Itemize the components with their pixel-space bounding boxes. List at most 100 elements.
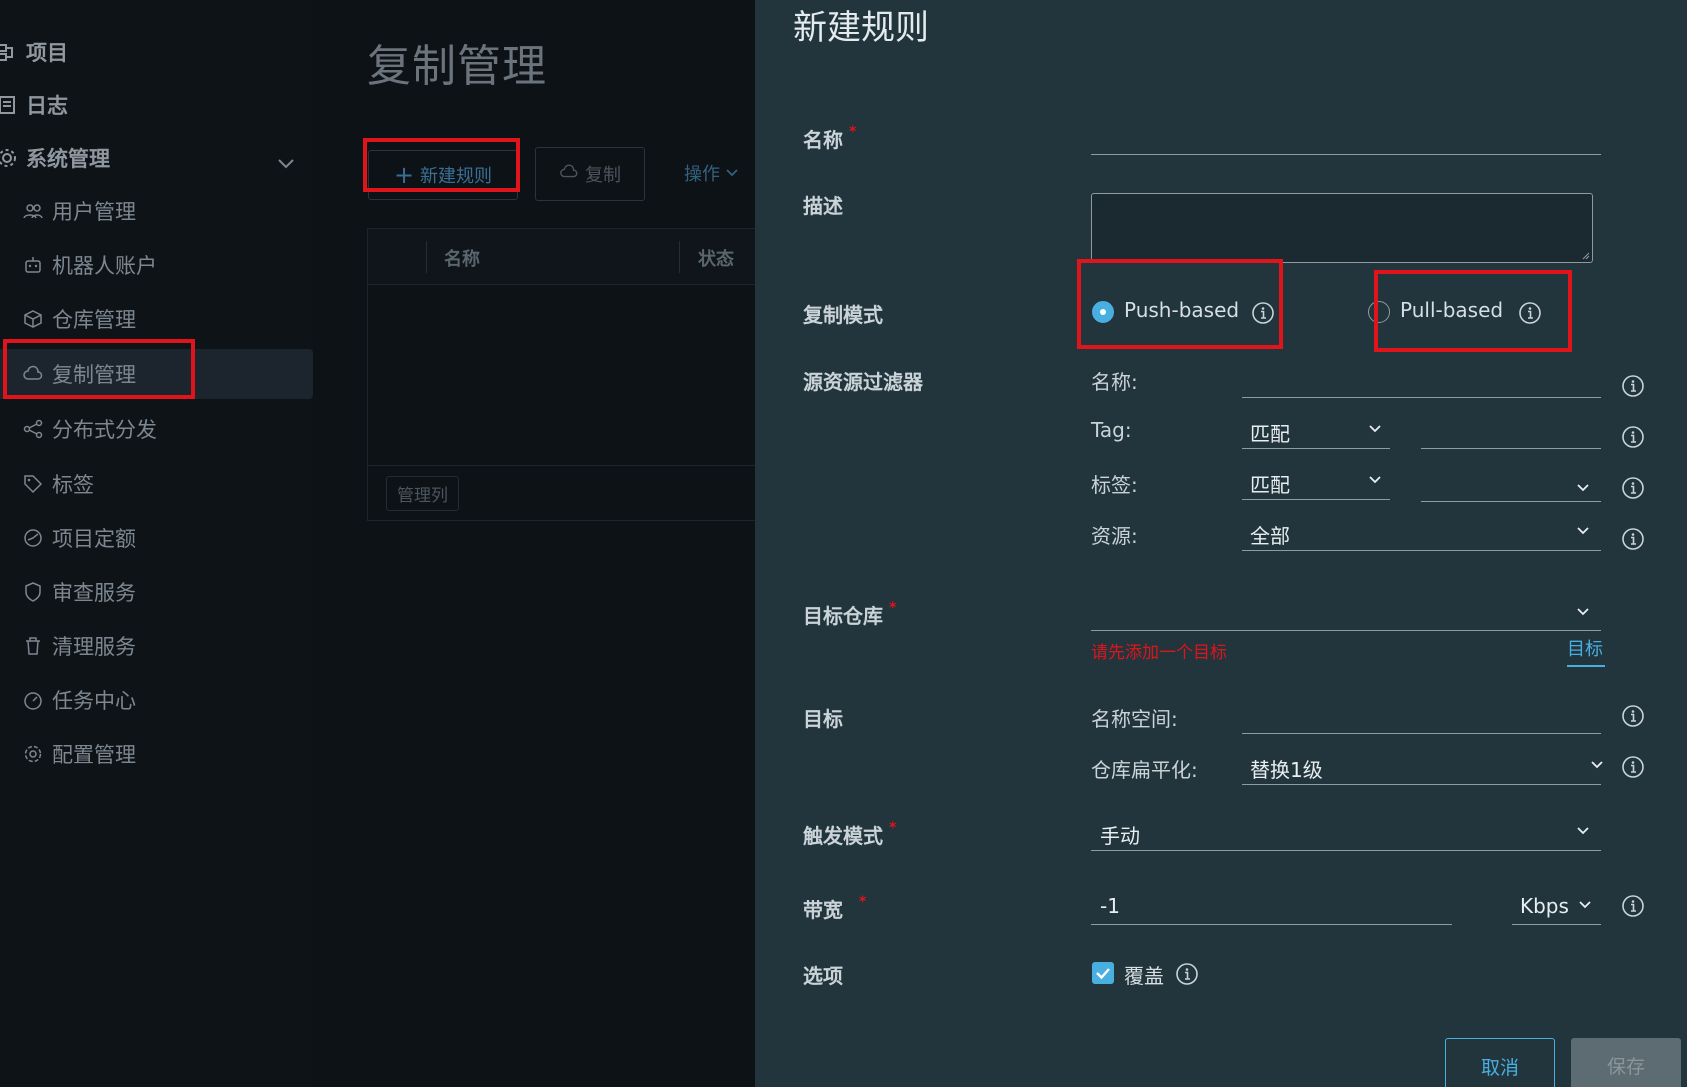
filter-tag-input[interactable]: [1421, 448, 1601, 449]
sidebar-item-jobs[interactable]: 任务中心: [22, 675, 136, 725]
sidebar-item-label: 配置管理: [52, 743, 136, 767]
sidebar-item-robots[interactable]: 机器人账户: [22, 240, 157, 290]
trigger-mode-select[interactable]: 手动: [1100, 820, 1140, 849]
rules-table: 名称 状态 管理列: [367, 228, 755, 521]
namespace-input[interactable]: [1242, 733, 1601, 734]
bandwidth-unit-select[interactable]: Kbps: [1520, 894, 1569, 918]
filter-labels-select[interactable]: [1421, 501, 1601, 502]
bandwidth-input[interactable]: -1: [1100, 894, 1120, 918]
manage-columns-button[interactable]: 管理列: [386, 476, 459, 511]
highlight-box: [1374, 270, 1572, 352]
sidebar-item-label: 用户管理: [52, 200, 136, 224]
chevron-down-icon[interactable]: [1575, 480, 1591, 496]
trash-icon: [22, 635, 44, 657]
flatten-select[interactable]: 替换1级: [1250, 754, 1323, 783]
filter-name-input[interactable]: [1242, 397, 1601, 398]
log-icon: [0, 94, 18, 116]
new-rule-panel: 新建规则 名称 * 描述 复制模式 Push-based Pull-based 源…: [755, 0, 1687, 1087]
actions-dropdown[interactable]: 操作: [684, 160, 740, 186]
info-icon[interactable]: [1621, 425, 1645, 449]
info-icon[interactable]: [1621, 894, 1645, 918]
sidebar-item-config[interactable]: 配置管理: [22, 729, 136, 779]
namespace-label: 名称空间:: [1091, 707, 1178, 731]
info-icon[interactable]: [1175, 962, 1199, 986]
description-textarea[interactable]: [1091, 193, 1593, 263]
column-header-status[interactable]: 状态: [698, 245, 734, 271]
options-label: 选项: [803, 964, 843, 988]
chevron-down-icon: [1575, 523, 1591, 539]
highlight-box: [1077, 259, 1283, 349]
target-error-message: 请先添加一个目标: [1091, 643, 1227, 663]
tag-icon: [22, 473, 44, 495]
chevron-down-icon: [726, 169, 738, 177]
bandwidth-label: 带宽 *: [803, 894, 867, 922]
registry-icon: [22, 308, 44, 330]
info-icon[interactable]: [1621, 704, 1645, 728]
filter-resource-label: 资源:: [1091, 524, 1138, 548]
sidebar-item-users[interactable]: 用户管理: [22, 186, 136, 236]
table-footer: 管理列: [368, 465, 755, 521]
column-header-name[interactable]: 名称: [444, 245, 480, 271]
page-title: 复制管理: [367, 41, 547, 92]
source-filter-label: 源资源过滤器: [803, 370, 923, 394]
sidebar-item-audit[interactable]: 审查服务: [22, 567, 136, 617]
system-admin-icon: [0, 147, 18, 169]
chevron-down-icon: [1589, 757, 1605, 773]
panel-title: 新建规则: [793, 8, 929, 48]
cancel-button[interactable]: 取消: [1445, 1038, 1555, 1087]
sidebar-item-label: 日志: [26, 94, 68, 118]
sidebar-item-label: 标签: [52, 473, 94, 497]
override-label[interactable]: 覆盖: [1124, 960, 1164, 989]
sidebar-item-labels[interactable]: 标签: [22, 459, 94, 509]
tag-match-select[interactable]: 匹配: [1250, 418, 1290, 447]
chevron-down-icon: [1577, 897, 1593, 913]
info-icon[interactable]: [1621, 755, 1645, 779]
resize-grip-icon[interactable]: [1580, 250, 1590, 260]
name-label: 名称 *: [803, 124, 857, 152]
save-button[interactable]: 保存: [1571, 1038, 1681, 1087]
sidebar-item-system-admin[interactable]: 系统管理: [0, 133, 110, 183]
project-icon: [0, 41, 18, 63]
sidebar-item-projects[interactable]: 项目: [0, 27, 68, 77]
filter-labels-label: 标签:: [1091, 473, 1138, 497]
sidebar-item-logs[interactable]: 日志: [0, 80, 68, 130]
dashboard-icon: [22, 689, 44, 711]
sidebar-item-quotas[interactable]: 项目定额: [22, 513, 136, 563]
background-page: 项目 日志 系统管理 用户管理 机器人账户 仓库管理 复制管理 分布式分发 标签…: [0, 0, 755, 1087]
share-icon: [22, 418, 44, 440]
name-input[interactable]: [1091, 154, 1601, 155]
copy-icon: [559, 162, 579, 187]
chevron-down-icon[interactable]: [272, 150, 300, 178]
labels-match-select[interactable]: 匹配: [1250, 469, 1290, 498]
info-icon[interactable]: [1621, 527, 1645, 551]
sidebar-item-label: 清理服务: [52, 635, 136, 659]
resource-select[interactable]: 全部: [1250, 520, 1290, 549]
sidebar-item-label: 机器人账户: [52, 254, 157, 278]
sidebar-item-label: 项目定额: [52, 527, 136, 551]
sidebar-item-distribution[interactable]: 分布式分发: [22, 404, 157, 454]
sidebar: 项目 日志 系统管理 用户管理 机器人账户 仓库管理 复制管理 分布式分发 标签…: [0, 0, 313, 1087]
table-header: 名称 状态: [368, 229, 755, 285]
target-registry-select[interactable]: [1091, 630, 1601, 631]
sidebar-item-cleanup[interactable]: 清理服务: [22, 621, 136, 671]
override-checkbox[interactable]: [1092, 962, 1114, 984]
chevron-down-icon: [1575, 823, 1591, 839]
target-registry-label: 目标仓库 *: [803, 600, 897, 628]
quota-icon: [22, 527, 44, 549]
filter-name-label: 名称:: [1091, 370, 1138, 394]
shield-icon: [22, 581, 44, 603]
info-icon[interactable]: [1621, 374, 1645, 398]
screen: 项目 日志 系统管理 用户管理 机器人账户 仓库管理 复制管理 分布式分发 标签…: [0, 0, 1687, 1087]
sidebar-item-label: 系统管理: [26, 147, 110, 171]
filter-tag-label: Tag:: [1091, 418, 1132, 442]
info-icon[interactable]: [1621, 476, 1645, 500]
chevron-down-icon: [1367, 472, 1383, 488]
flatten-label: 仓库扁平化:: [1091, 758, 1198, 782]
trigger-mode-label: 触发模式 *: [803, 820, 897, 848]
users-icon: [22, 200, 44, 222]
description-label: 描述: [803, 194, 843, 218]
add-target-link[interactable]: 目标: [1567, 635, 1603, 661]
chevron-down-icon[interactable]: [1575, 604, 1591, 620]
sidebar-item-registries[interactable]: 仓库管理: [22, 294, 136, 344]
copy-button[interactable]: 复制: [535, 147, 645, 201]
